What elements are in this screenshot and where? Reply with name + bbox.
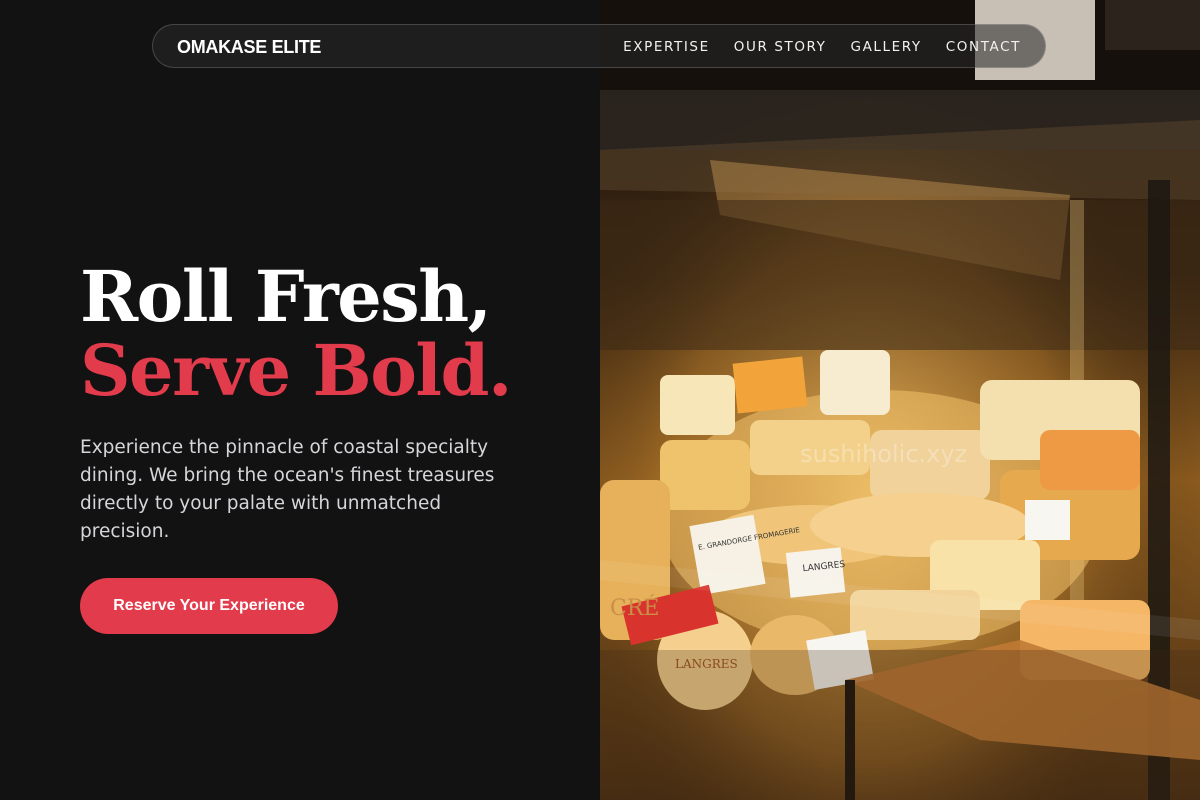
nav-links: EXPERTISE OUR STORY GALLERY CONTACT [623, 39, 1021, 55]
watermark-text: sushiholic.xyz [800, 440, 967, 468]
cheese-label: CRÉ [610, 594, 659, 621]
nav-link-contact[interactable]: CONTACT [946, 39, 1021, 55]
hero-headline: Roll Fresh, Serve Bold. [80, 255, 512, 412]
brand-logo[interactable]: OMAKASE ELITE [177, 37, 321, 58]
hero-subtitle: Experience the pinnacle of coastal speci… [80, 437, 495, 542]
hero-photo: sushiholic.xyz LANGRES E. GRANDORGE FROM… [600, 0, 1200, 800]
nav-link-expertise[interactable]: EXPERTISE [623, 39, 710, 55]
top-navbar: OMAKASE ELITE EXPERTISE OUR STORY GALLER… [152, 24, 1046, 68]
cheese-label: LANGRES [675, 657, 738, 671]
nav-link-our-story[interactable]: OUR STORY [734, 39, 827, 55]
cheese-display-photo: sushiholic.xyz LANGRES E. GRANDORGE FROM… [600, 0, 1200, 800]
headline-line-2: Serve Bold. [80, 329, 512, 412]
reserve-button[interactable]: Reserve Your Experience [80, 578, 338, 634]
nav-link-gallery[interactable]: GALLERY [851, 39, 922, 55]
headline-line-1: Roll Fresh, [80, 255, 492, 338]
